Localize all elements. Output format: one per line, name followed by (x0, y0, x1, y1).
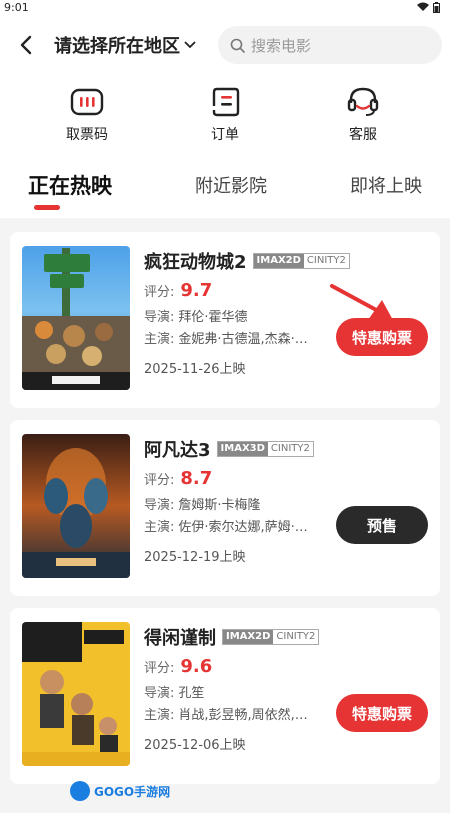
movie-title: 得闲谨制 (144, 628, 216, 649)
cast-label: 主演: (144, 707, 175, 723)
movie-cast: 肖战,彭昱畅,周依然,杨新... (178, 707, 319, 723)
tab-coming-soon[interactable]: 即将上映 (350, 165, 422, 205)
pointer-arrow-icon (330, 284, 394, 322)
ticket-code-icon (70, 84, 104, 120)
movie-poster[interactable] (22, 246, 130, 390)
watermark-text: GOGO手游网 (94, 784, 171, 799)
director-label: 导演: (144, 309, 175, 325)
back-arrow-icon (20, 35, 32, 55)
watermark-logo-icon (70, 781, 90, 801)
chevron-down-icon (184, 41, 196, 49)
tab-nearby-cinemas[interactable]: 附近影院 (195, 165, 267, 205)
search-icon (230, 38, 245, 53)
status-bar: 9:01 (0, 0, 450, 14)
shortcut-ticket-code[interactable]: 取票码 (42, 84, 132, 144)
shortcut-orders-label: 订单 (211, 127, 239, 143)
shortcut-service[interactable]: 客服 (318, 84, 408, 144)
movie-card[interactable]: 得闲谨制 IMAX2D CINITY2 评分: 9.6 导演: 孔笙 主演: 肖… (10, 608, 440, 784)
release-date: 2025-12-06上映 (144, 738, 246, 753)
movie-poster[interactable] (22, 622, 130, 766)
region-selector[interactable]: 请选择所在地区 (54, 32, 196, 58)
format-badge: IMAX2D CINITY2 (252, 253, 350, 269)
movie-director: 詹姆斯·卡梅隆 (178, 497, 261, 513)
movie-score: 9.6 (180, 655, 213, 677)
order-icon (209, 84, 241, 120)
headset-icon (346, 84, 380, 120)
wifi-icon (417, 2, 429, 11)
active-tab-indicator (34, 205, 60, 210)
shortcut-bar: 取票码 订单 客服 (0, 76, 450, 152)
format-badge-secondary: CINITY2 (306, 255, 346, 266)
back-button[interactable] (14, 30, 38, 60)
status-time: 9:01 (4, 0, 29, 14)
format-badge: IMAX2D CINITY2 (222, 629, 320, 645)
director-label: 导演: (144, 497, 175, 513)
movie-score: 8.7 (180, 467, 213, 489)
movie-score: 9.7 (180, 279, 213, 301)
movie-cast: 佐伊·索尔达娜,萨姆·沃... (178, 519, 319, 535)
movie-poster[interactable] (22, 434, 130, 578)
movie-director: 孔笙 (178, 685, 205, 701)
search-input[interactable]: 搜索电影 (218, 26, 442, 64)
cast-label: 主演: (144, 331, 175, 347)
movie-title: 阿凡达3 (144, 440, 211, 461)
release-date: 2025-11-26上映 (144, 362, 246, 377)
buy-ticket-button[interactable]: 特惠购票 (336, 694, 428, 732)
tab-now-showing[interactable]: 正在热映 (28, 165, 112, 205)
score-label: 评分: (144, 284, 175, 300)
shortcut-service-label: 客服 (349, 127, 377, 143)
movie-card[interactable]: 阿凡达3 IMAX3D CINITY2 评分: 8.7 导演: 詹姆斯·卡梅隆 … (10, 420, 440, 596)
cast-label: 主演: (144, 519, 175, 535)
battery-icon (433, 1, 440, 13)
score-label: 评分: (144, 472, 175, 488)
top-header: 请选择所在地区 搜索电影 (0, 14, 450, 76)
search-placeholder: 搜索电影 (251, 36, 312, 55)
movie-cast: 金妮弗·古德温,杰森·贝... (178, 331, 319, 347)
director-label: 导演: (144, 685, 175, 701)
watermark: GOGO手游网 (70, 781, 170, 801)
movie-title: 疯狂动物城2 (144, 252, 247, 273)
score-label: 评分: (144, 660, 175, 676)
format-badge-secondary: CINITY2 (270, 443, 310, 454)
movie-director: 拜伦·霍华德 (178, 309, 248, 325)
release-date: 2025-12-19上映 (144, 550, 246, 565)
movie-tabs: 正在热映 附近影院 即将上映 (0, 152, 450, 218)
format-badge-primary: IMAX2D (223, 630, 274, 644)
format-badge: IMAX3D CINITY2 (216, 441, 314, 457)
presale-button[interactable]: 预售 (336, 506, 428, 544)
region-label: 请选择所在地区 (54, 36, 180, 57)
format-badge-primary: IMAX2D (253, 254, 304, 268)
shortcut-ticket-code-label: 取票码 (66, 127, 108, 143)
format-badge-primary: IMAX3D (217, 442, 268, 456)
format-badge-secondary: CINITY2 (276, 631, 316, 642)
shortcut-orders[interactable]: 订单 (180, 84, 270, 144)
